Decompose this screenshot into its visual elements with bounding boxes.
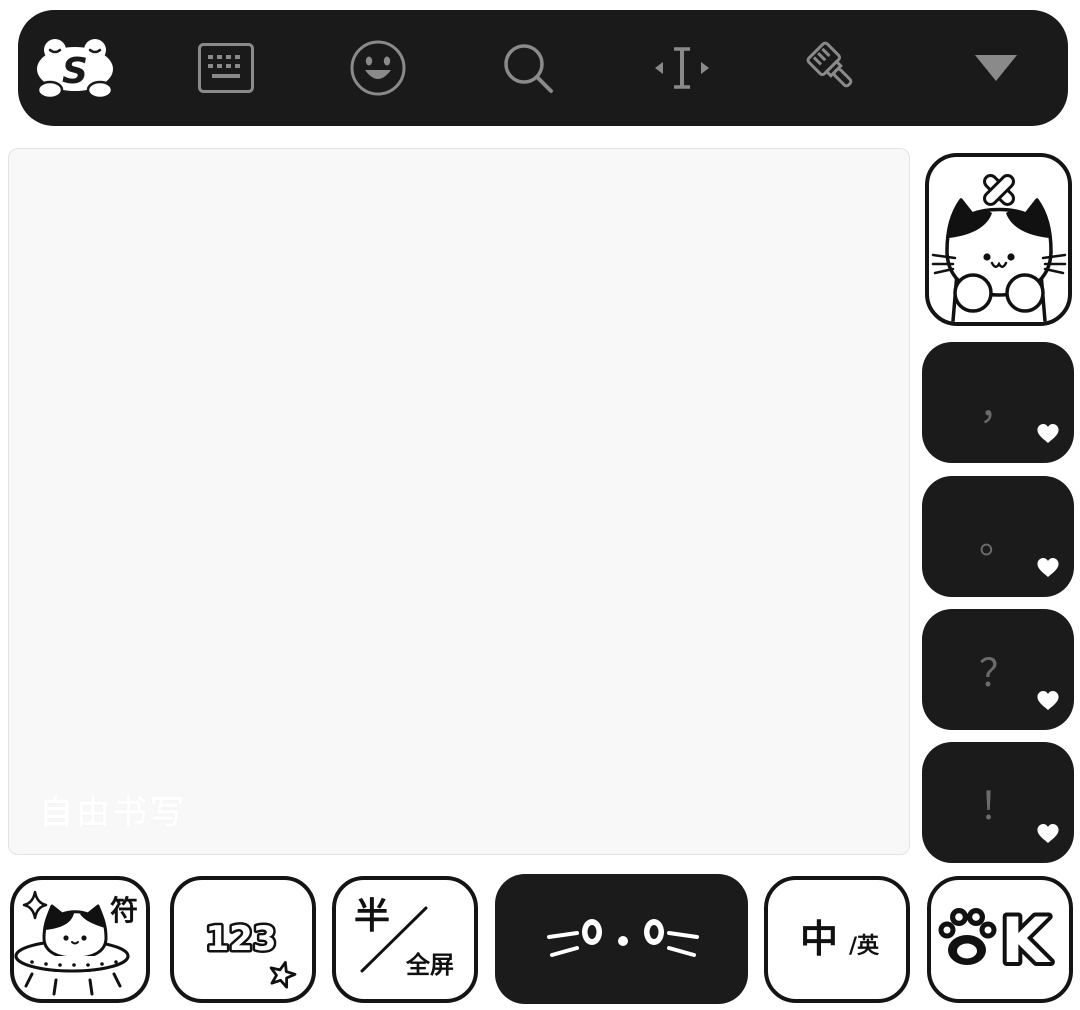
cat-ufo-icon: 符 (14, 890, 138, 996)
hide-keyboard-button[interactable] (951, 10, 1041, 126)
clean-button[interactable] (788, 10, 878, 126)
space-key[interactable] (495, 874, 748, 1004)
enter-label: K (1001, 904, 1051, 977)
cat-face-icon (547, 919, 699, 957)
handwriting-watermark: 自由书写 (39, 793, 187, 833)
keyboard-icon (198, 43, 254, 93)
full-width-label: 全屏 (405, 951, 454, 979)
delete-key[interactable] (925, 153, 1072, 326)
brush-icon (806, 41, 853, 88)
heart-icon (1037, 824, 1059, 843)
half-full-width-key[interactable]: 半 全屏 (332, 876, 478, 1003)
cursor-move-icon (655, 47, 709, 89)
sogou-frog-logo-icon: S (36, 39, 114, 99)
symbols-label: 符 (110, 894, 138, 927)
numbers-art: 123 (203, 917, 297, 989)
period-key[interactable]: 。 (922, 476, 1074, 597)
sparkle-icon (22, 890, 48, 920)
sogou-logo-button[interactable]: S (30, 10, 120, 126)
search-icon (504, 44, 553, 93)
star-icon (269, 961, 297, 989)
english-label: /英 (849, 934, 880, 959)
exclamation-key[interactable]: ！ (922, 742, 1074, 863)
search-button[interactable] (483, 10, 573, 126)
question-key[interactable]: ？ (922, 609, 1074, 730)
heart-icon (1037, 424, 1059, 443)
chinese-english-switch-key[interactable]: 中 /英 (764, 876, 910, 1003)
comma-key[interactable]: ， (922, 342, 1074, 463)
exclamation-label: ！ (978, 784, 1017, 828)
heart-icon (1037, 691, 1059, 710)
numbers-key[interactable]: 123 (170, 876, 316, 1003)
chinese-label: 中 (800, 917, 838, 961)
cat-delete-icon (931, 174, 1067, 322)
paw-icon (938, 908, 997, 965)
lang-switch-art: 中 /英 (800, 917, 880, 961)
emoji-button[interactable] (333, 10, 423, 126)
enter-key[interactable]: K (927, 876, 1073, 1003)
period-label: 。 (978, 518, 1017, 562)
keyboard-switch-button[interactable] (181, 10, 271, 126)
symbols-key[interactable]: 符 (10, 876, 150, 1003)
cursor-edit-button[interactable] (637, 10, 727, 126)
heart-icon (1037, 558, 1059, 577)
numbers-label: 123 (206, 919, 277, 959)
handwriting-pad[interactable]: 自由书写 (8, 148, 910, 855)
comma-label: ， (978, 384, 1017, 428)
question-label: ？ (978, 651, 1017, 695)
logo-letter: S (62, 51, 88, 92)
paw-k-art: K (938, 900, 1055, 981)
half-width-label: 半 (354, 896, 390, 937)
smiley-icon (350, 40, 406, 96)
candidate-toolbar: S (18, 10, 1068, 126)
half-full-art: 半 全屏 (354, 896, 454, 979)
triangle-down-icon (975, 55, 1017, 81)
